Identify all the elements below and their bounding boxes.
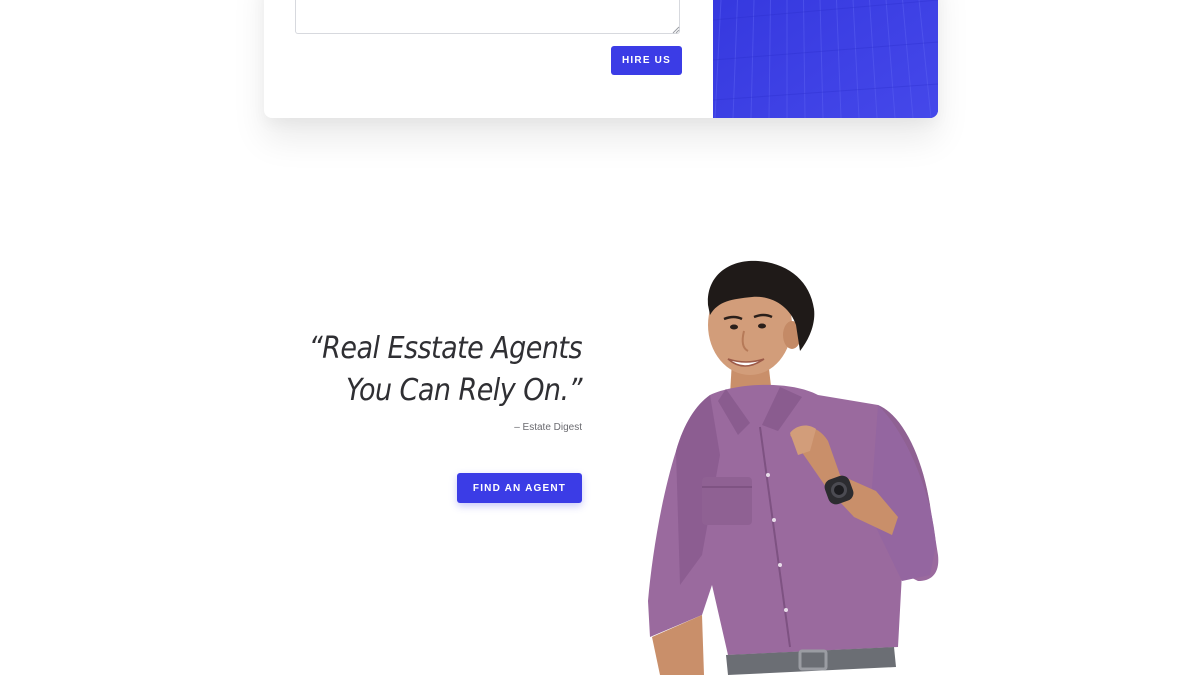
hire-us-button[interactable]: HIRE US: [611, 46, 682, 75]
quote-line-1: “Real Esstate Agents: [308, 331, 583, 366]
resize-grip-icon[interactable]: [672, 26, 680, 34]
agent-photo: [640, 255, 950, 675]
quote-source: – Estate Digest: [514, 422, 582, 433]
building-image-panel: [713, 0, 938, 118]
smiling-man-purple-shirt-photo: [648, 260, 939, 675]
quote-line-2: You Can Rely On.”: [345, 373, 583, 408]
find-an-agent-button[interactable]: FIND AN AGENT: [457, 473, 582, 503]
page: HIRE US “Real Esstate Agents You Can Rel…: [0, 0, 1200, 675]
testimonial-block: “Real Esstate Agents You Can Rely On.” –…: [270, 328, 583, 433]
building-facade-image: [713, 0, 938, 118]
contact-card: HIRE US: [264, 0, 938, 118]
message-textarea[interactable]: [295, 0, 680, 34]
